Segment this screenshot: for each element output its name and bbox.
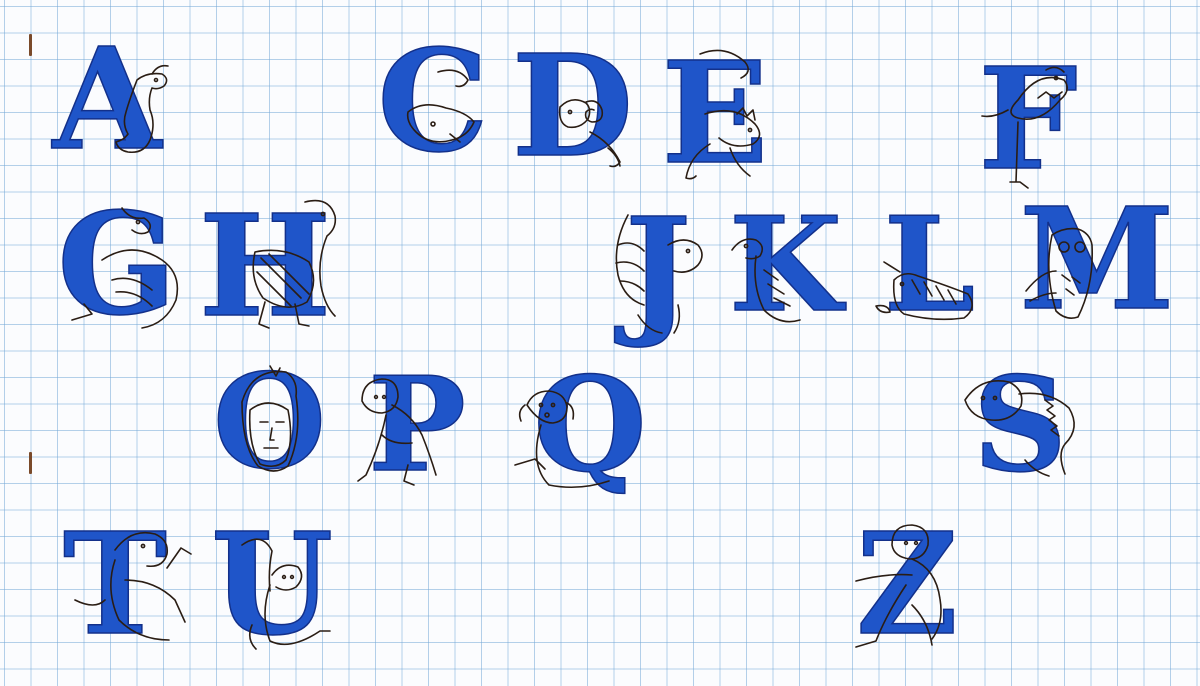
illuminated-letter-g: G: [56, 194, 192, 336]
illuminated-letter-l: L: [872, 199, 987, 330]
hooded-face-icon: [241, 365, 299, 472]
owl-icon: [1025, 227, 1094, 319]
illuminated-letter-z: Z: [852, 514, 962, 656]
bird-icon: [731, 238, 801, 323]
illuminated-letter-f: F: [978, 49, 1079, 191]
illuminated-letter-d: D: [511, 36, 650, 178]
kneeling-figure-icon: [855, 524, 942, 648]
binding-mark: [29, 452, 32, 474]
cat-icon: [241, 538, 331, 650]
illuminated-letter-e: E: [655, 43, 775, 185]
unicorn-icon: [875, 261, 973, 321]
graph-paper-sheet: A C D E F G H J K L M O P Q S T U Z: [0, 0, 1200, 686]
illuminated-letter-t: T: [55, 514, 205, 656]
crouching-figure-icon: [357, 378, 437, 486]
illuminated-letter-u: U: [210, 514, 334, 656]
eagle-icon: [252, 199, 337, 329]
wolf-icon: [74, 531, 192, 641]
boar-head-icon: [406, 69, 475, 143]
binding-mark: [29, 34, 32, 56]
lion-icon: [964, 380, 1075, 477]
ram-icon: [558, 99, 621, 168]
illuminated-letter-h: H: [198, 192, 355, 338]
dragon-icon: [685, 49, 761, 180]
illuminated-letter-c: C: [377, 31, 490, 173]
winged-beast-icon: [615, 214, 703, 334]
dog-icon: [514, 390, 610, 489]
griffin-icon: [71, 207, 179, 329]
bird-icon: [981, 66, 1068, 189]
illuminated-letter-a: A: [52, 29, 182, 171]
illuminated-letter-k: K: [728, 199, 843, 331]
illuminated-letter-p: P: [352, 359, 467, 490]
illuminated-letter-j: J: [598, 199, 718, 341]
illuminated-letter-o: O: [212, 356, 327, 488]
illuminated-letter-s: S: [955, 359, 1085, 490]
hare-icon: [115, 64, 169, 154]
illuminated-letter-m: M: [1019, 189, 1175, 331]
illuminated-letter-q: Q: [505, 359, 647, 490]
